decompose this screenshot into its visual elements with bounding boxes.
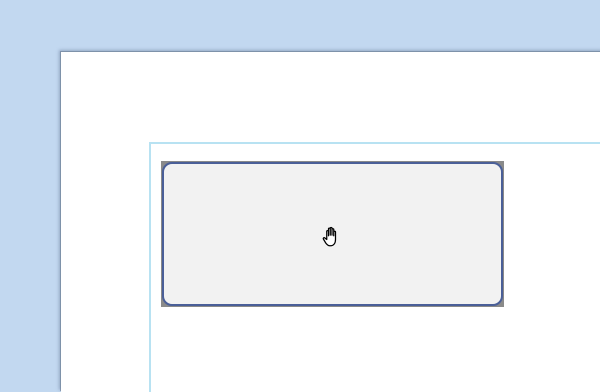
drag-button[interactable] [162, 162, 503, 306]
hand-grab-icon [322, 226, 336, 247]
